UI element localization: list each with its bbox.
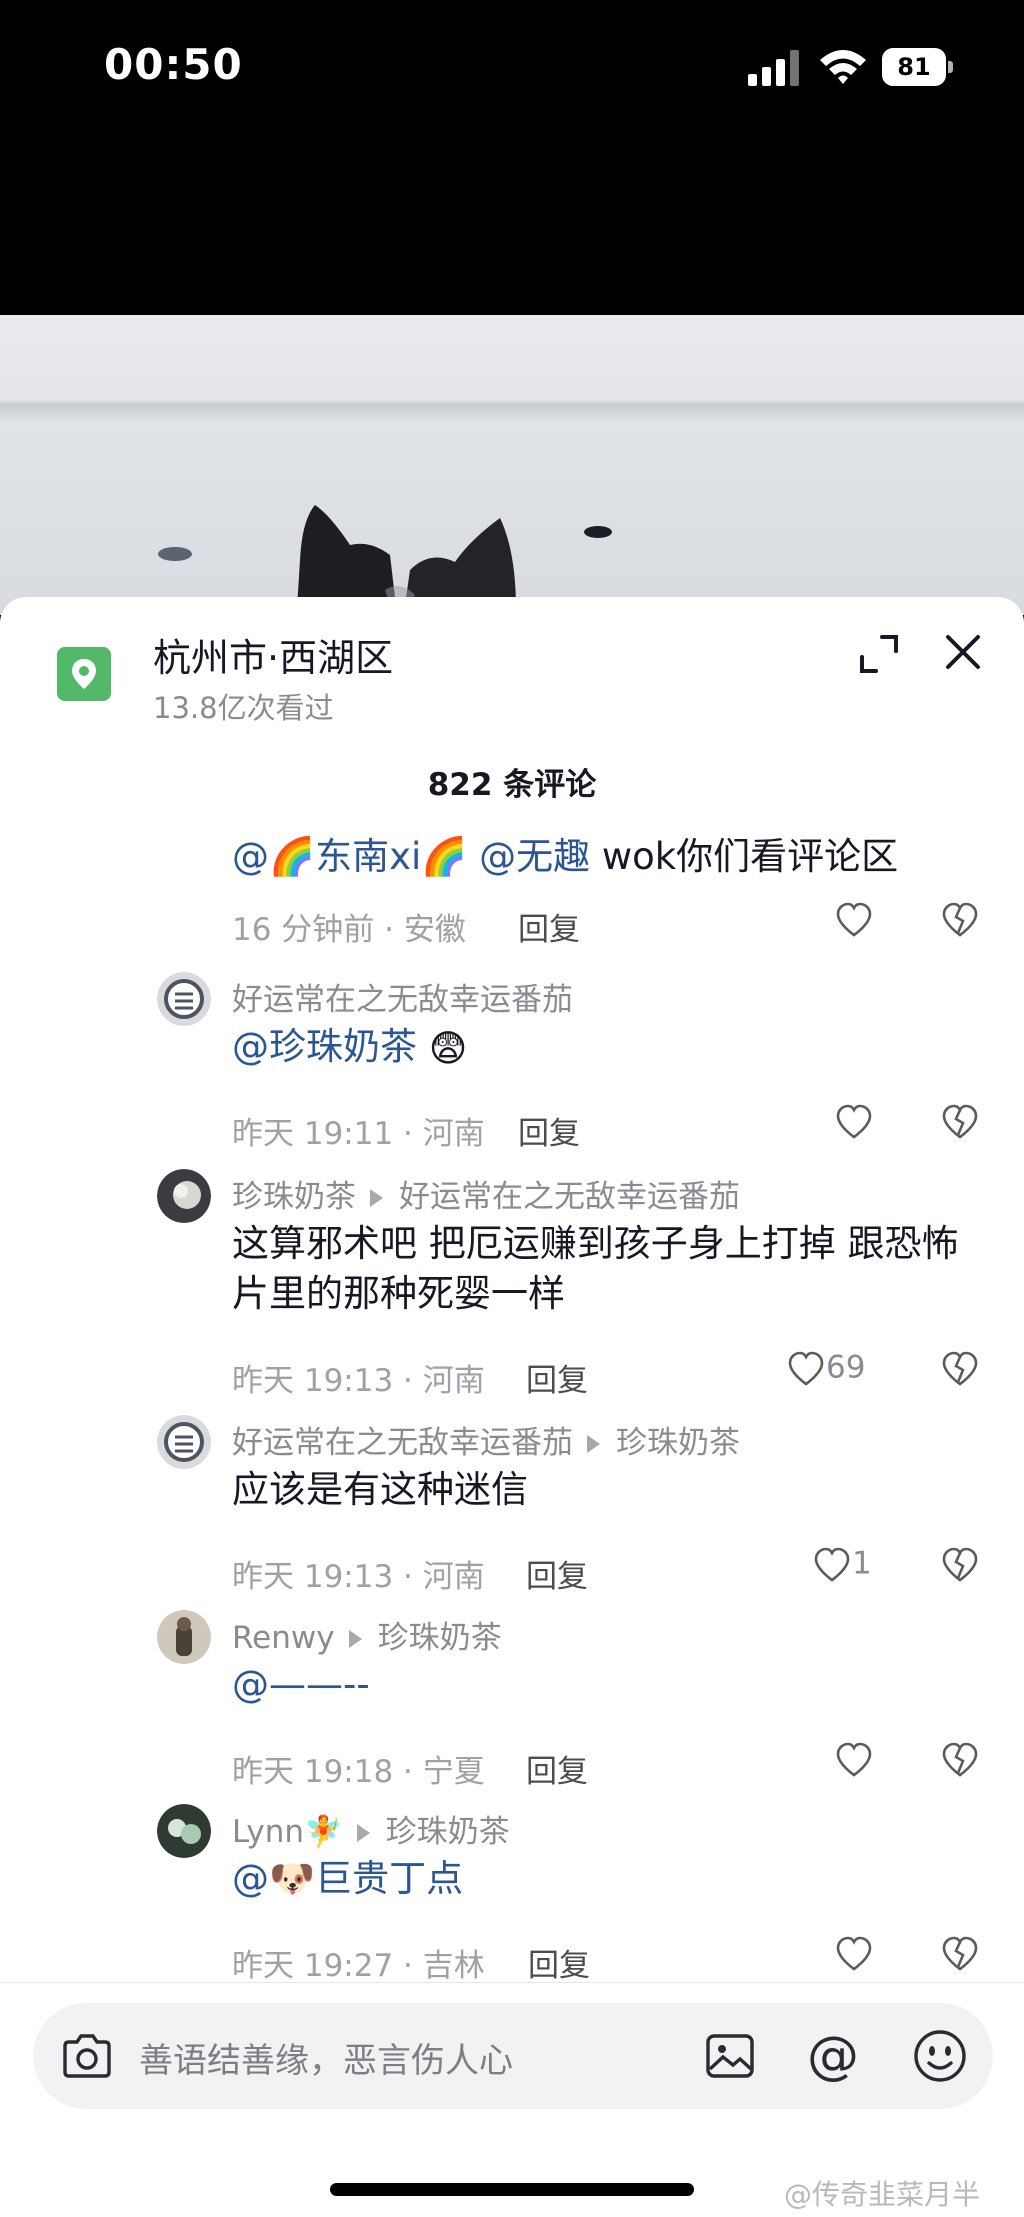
comment-author-line: 好运常在之无敌幸运番茄 珍珠奶茶 bbox=[232, 1417, 740, 1462]
comment-text: @珍珠奶茶 😨 bbox=[232, 1022, 972, 1074]
image-icon[interactable] bbox=[703, 2029, 757, 2083]
comment-item: 珍珠奶茶 好运常在之无敌幸运番茄 这算邪术吧 把厄运赚到孩子身上打掉 跟恐怖片里的… bbox=[0, 1169, 1024, 1419]
heart-icon[interactable] bbox=[834, 1934, 874, 1974]
reply-button[interactable]: 回复 bbox=[526, 1355, 588, 1400]
comment-author[interactable]: 珍珠奶茶 bbox=[232, 1179, 356, 1215]
emoji-icon[interactable] bbox=[911, 2027, 969, 2085]
comment-meta: 昨天 19:13 · 河南 bbox=[232, 1559, 485, 1595]
wifi-icon bbox=[820, 50, 866, 84]
reply-arrow-icon bbox=[587, 1434, 600, 1453]
comment-author-line: Lynn🧚 珍珠奶茶 bbox=[232, 1806, 510, 1851]
reply-arrow-icon bbox=[370, 1188, 383, 1207]
location-pin-icon bbox=[57, 647, 111, 701]
status-time: 00:50 bbox=[104, 40, 243, 89]
like-button[interactable]: 1 bbox=[812, 1545, 872, 1585]
mention-link[interactable]: @无趣 bbox=[479, 835, 590, 878]
comment-text: @🐶巨贵丁点 bbox=[232, 1854, 972, 1904]
comment-text: @——-- bbox=[232, 1660, 972, 1710]
mention-link[interactable]: @——-- bbox=[232, 1663, 370, 1706]
avatar[interactable] bbox=[157, 1610, 211, 1664]
comment-input[interactable]: 善语结善缘，恶言伤人心 @ bbox=[33, 2003, 993, 2109]
comment-author[interactable]: Renwy bbox=[232, 1620, 335, 1656]
comment-text: @🌈东南xi🌈 @无趣 wok你们看评论区 bbox=[232, 835, 899, 878]
cellular-signal-icon bbox=[748, 50, 799, 86]
reply-to-author[interactable]: 珍珠奶茶 bbox=[378, 1620, 502, 1656]
view-count: 13.8亿次看过 bbox=[153, 691, 334, 725]
comment-item: @🌈东南xi🌈 @无趣 wok你们看评论区 16 分钟前 · 安徽 回复 bbox=[0, 832, 1024, 972]
comment-sheet: 杭州市·西湖区 13.8亿次看过 822 条评论 @🌈东南xi🌈 @无趣 wok… bbox=[0, 597, 1024, 2216]
avatar[interactable] bbox=[157, 1804, 211, 1858]
input-placeholder: 善语结善缘，恶言伤人心 bbox=[139, 2041, 513, 2081]
comment-meta: 昨天 19:18 · 宁夏 bbox=[232, 1754, 485, 1790]
comment-count: 822 条评论 bbox=[427, 767, 597, 803]
camera-icon[interactable] bbox=[59, 2030, 115, 2082]
comment-meta: 16 分钟前 · 安徽 bbox=[232, 912, 466, 948]
comment-meta: 昨天 19:27 · 吉林 bbox=[232, 1948, 485, 1984]
comment-author[interactable]: 好运常在之无敌幸运番茄 bbox=[232, 1425, 573, 1461]
comment-item: Renwy 珍珠奶茶 @——-- 昨天 19:18 · 宁夏 回复 bbox=[0, 1610, 1024, 1810]
comment-input-bar: 善语结善缘，恶言伤人心 @ @传奇韭菜月半 bbox=[0, 1982, 1024, 2217]
watermark: @传奇韭菜月半 bbox=[784, 2178, 981, 2211]
broken-heart-icon[interactable] bbox=[940, 1740, 980, 1780]
reply-button[interactable]: 回复 bbox=[528, 1940, 590, 1985]
comment-text: 这算邪术吧 把厄运赚到孩子身上打掉 跟恐怖片里的那种死婴一样 bbox=[232, 1222, 959, 1315]
comment-meta: 昨天 19:13 · 河南 bbox=[232, 1363, 485, 1399]
heart-icon[interactable] bbox=[834, 1102, 874, 1142]
mention-link[interactable]: @🐶巨贵丁点 bbox=[232, 1857, 463, 1900]
comment-author[interactable]: 好运常在之无敌幸运番茄 bbox=[232, 974, 573, 1019]
comment-item: 好运常在之无敌幸运番茄 珍珠奶茶 应该是有这种迷信 昨天 19:13 · 河南 回… bbox=[0, 1415, 1024, 1615]
like-count: 69 bbox=[826, 1349, 866, 1386]
reply-to-author[interactable]: 珍珠奶茶 bbox=[616, 1425, 740, 1461]
reply-arrow-icon bbox=[356, 1823, 370, 1842]
reply-button[interactable]: 回复 bbox=[526, 1746, 588, 1791]
comment-author-line: 珍珠奶茶 好运常在之无敌幸运番茄 bbox=[232, 1171, 740, 1216]
like-button[interactable]: 69 bbox=[786, 1349, 865, 1389]
location-title[interactable]: 杭州市·西湖区 bbox=[153, 627, 393, 682]
status-bar: 00:50 81 bbox=[0, 0, 1024, 140]
reply-arrow-icon bbox=[348, 1629, 362, 1648]
reply-button[interactable]: 回复 bbox=[518, 1108, 580, 1153]
reply-to-author[interactable]: 珍珠奶茶 bbox=[386, 1814, 510, 1850]
broken-heart-icon[interactable] bbox=[940, 1934, 980, 1974]
broken-heart-icon[interactable] bbox=[940, 1102, 980, 1142]
mention-at-icon[interactable]: @ bbox=[803, 2021, 863, 2091]
close-icon[interactable] bbox=[940, 629, 986, 675]
battery-icon: 81 bbox=[882, 48, 954, 86]
broken-heart-icon[interactable] bbox=[940, 1349, 980, 1389]
broken-heart-icon[interactable] bbox=[940, 1545, 980, 1585]
avatar[interactable] bbox=[157, 1169, 211, 1223]
reply-button[interactable]: 回复 bbox=[518, 904, 580, 949]
comment-text: 应该是有这种迷信 bbox=[232, 1468, 528, 1511]
comment-item: 好运常在之无敌幸运番茄 @珍珠奶茶 😨 昨天 19:11 · 河南 回复 bbox=[0, 972, 1024, 1182]
reply-button[interactable]: 回复 bbox=[526, 1551, 588, 1596]
ceiling-light bbox=[158, 547, 192, 561]
reply-to-author[interactable]: 好运常在之无敌幸运番茄 bbox=[399, 1179, 740, 1215]
expand-icon[interactable] bbox=[856, 631, 902, 677]
ceiling-light bbox=[584, 526, 612, 538]
avatar[interactable] bbox=[157, 1415, 211, 1469]
mention-link[interactable]: @珍珠奶茶 bbox=[232, 1025, 417, 1068]
avatar[interactable] bbox=[157, 972, 211, 1026]
shocked-emoji: 😨 bbox=[428, 1026, 468, 1070]
video-preview[interactable] bbox=[0, 315, 1024, 615]
heart-icon[interactable] bbox=[834, 1740, 874, 1780]
broken-heart-icon[interactable] bbox=[940, 900, 980, 940]
heart-icon bbox=[814, 1547, 850, 1582]
comment-meta: 昨天 19:11 · 河南 bbox=[232, 1116, 485, 1152]
battery-level: 81 bbox=[882, 48, 946, 86]
home-indicator[interactable] bbox=[330, 2183, 694, 2196]
comment-item: Lynn🧚 珍珠奶茶 @🐶巨贵丁点 昨天 19:27 · 吉林 回复 bbox=[0, 1804, 1024, 2004]
comment-author-line: Renwy 珍珠奶茶 bbox=[232, 1612, 502, 1657]
heart-icon bbox=[788, 1351, 824, 1386]
heart-icon[interactable] bbox=[834, 900, 874, 940]
mention-link[interactable]: @🌈东南xi🌈 bbox=[232, 835, 467, 878]
like-count: 1 bbox=[852, 1545, 872, 1582]
comment-author[interactable]: Lynn🧚 bbox=[232, 1814, 343, 1850]
